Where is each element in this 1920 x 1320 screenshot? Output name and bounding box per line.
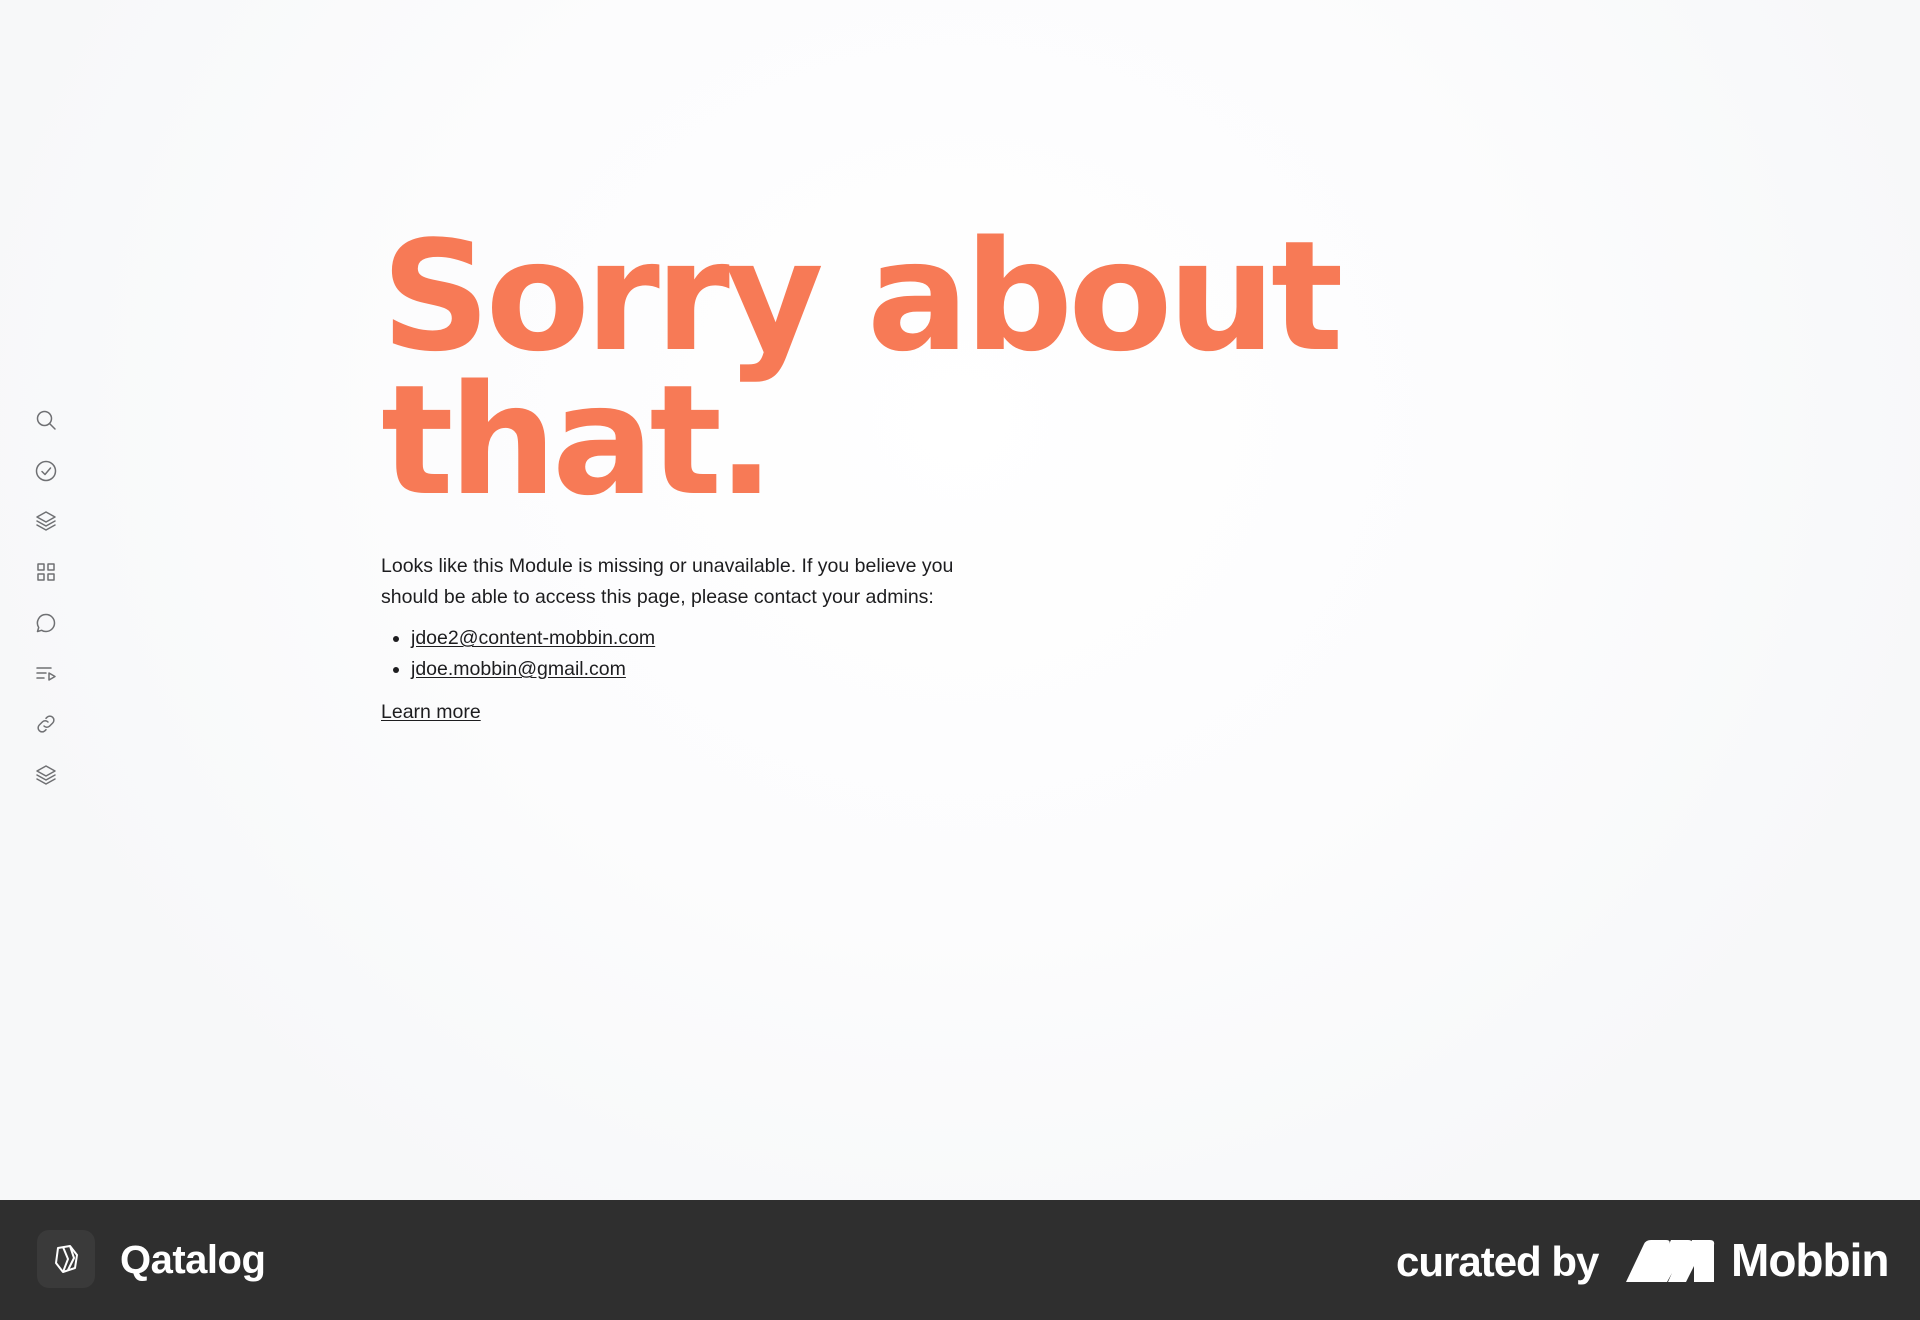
attribution-footer: Qatalog curated by Mobbin — [0, 1200, 1920, 1320]
admin-email-link-2[interactable]: jdoe.mobbin@gmail.com — [411, 658, 626, 680]
list-item: jdoe.mobbin@gmail.com — [411, 654, 1381, 685]
learn-more-link[interactable]: Learn more — [381, 697, 481, 728]
error-headline: Sorry about that. — [381, 221, 1381, 517]
qatalog-logo-icon — [37, 1230, 95, 1288]
grid-icon[interactable] — [32, 558, 60, 586]
playlist-icon[interactable] — [32, 660, 60, 688]
brand-name: Qatalog — [120, 1238, 266, 1282]
error-content: Sorry about that. Looks like this Module… — [381, 221, 1381, 728]
error-message: Looks like this Module is missing or una… — [381, 555, 954, 608]
list-item: jdoe2@content-mobbin.com — [411, 623, 1381, 654]
curated-by-label: curated by — [1396, 1238, 1599, 1285]
stack-icon[interactable] — [32, 761, 60, 789]
admin-contacts-list: jdoe2@content-mobbin.com jdoe.mobbin@gma… — [381, 623, 1381, 685]
curator-name: Mobbin — [1731, 1234, 1889, 1286]
chat-bubble-icon[interactable] — [32, 609, 60, 637]
layers-icon[interactable] — [32, 507, 60, 535]
sidebar — [0, 0, 92, 1200]
app-window: Sorry about that. Looks like this Module… — [0, 0, 1920, 1200]
admin-email-link-1[interactable]: jdoe2@content-mobbin.com — [411, 627, 655, 649]
check-circle-icon[interactable] — [32, 457, 60, 485]
mobbin-logo-icon — [1626, 1240, 1715, 1282]
search-icon[interactable] — [32, 406, 60, 434]
link-icon[interactable] — [32, 710, 60, 738]
headline-line-2: that. — [381, 352, 775, 529]
